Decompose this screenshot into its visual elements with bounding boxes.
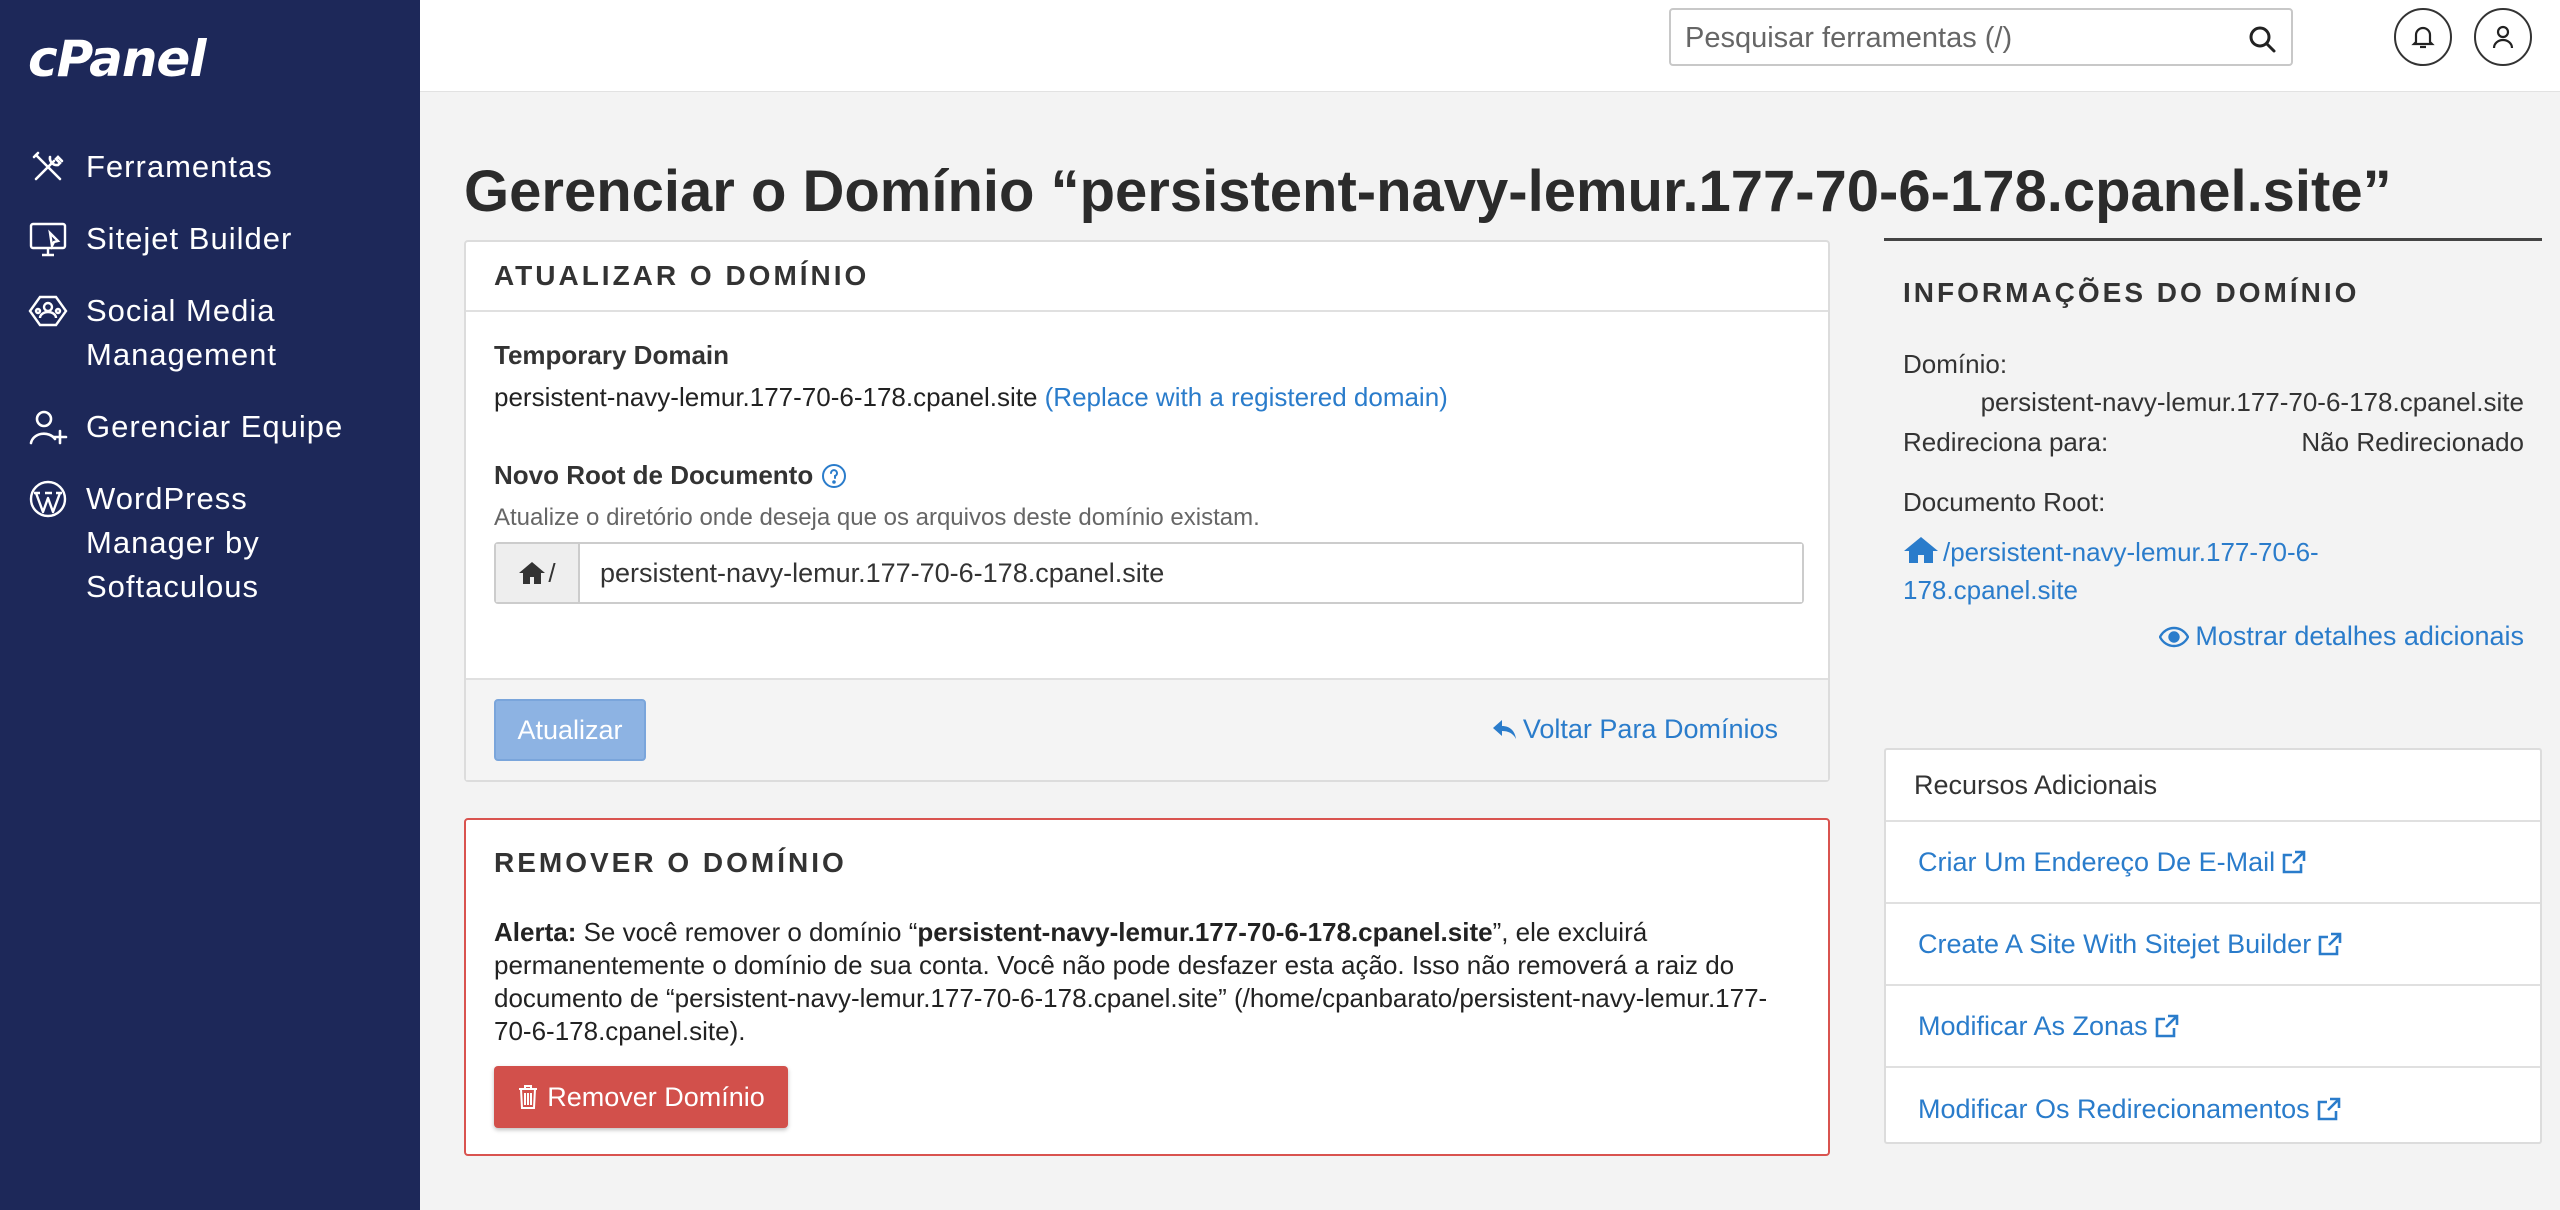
home-prefix-addon: /: [496, 544, 580, 602]
alert-text-pre: Se você remover o domínio “: [576, 917, 918, 947]
temporary-domain-value-row: persistent-navy-lemur.177-70-6-178.cpane…: [494, 382, 1448, 413]
resource-link-label: Modificar Os Redirecionamentos: [1918, 1093, 2310, 1124]
resource-link-sitejet[interactable]: Create A Site With Sitejet Builder: [1886, 904, 2540, 986]
sidebar-nav: Ferramentas Sitejet Builder Social Media…: [0, 145, 420, 637]
domain-info-heading: INFORMAÇÕES DO DOMÍNIO: [1903, 277, 2360, 308]
social-media-icon: [28, 289, 74, 333]
panel-footer: Atualizar Voltar Para Domínios: [466, 678, 1828, 780]
user-icon: [2492, 25, 2514, 49]
sidebar-item-label: Gerenciar Equipe: [86, 409, 344, 444]
remove-domain-panel: REMOVER O DOMÍNIO Alerta: Se você remove…: [464, 818, 1830, 1156]
temporary-domain-label: Temporary Domain: [494, 340, 730, 370]
additional-resources-panel: Recursos Adicionais Criar Um Endereço De…: [1884, 748, 2542, 1144]
sidebar-item-sitejet[interactable]: Sitejet Builder: [0, 217, 420, 261]
sidebar-item-label: WordPress Manager by Softaculous: [86, 481, 260, 604]
domain-value: persistent-navy-lemur.177-70-6-178.cpane…: [1980, 387, 2524, 417]
panel-heading: ATUALIZAR O DOMÍNIO: [466, 242, 1828, 312]
trash-icon: [519, 1085, 538, 1109]
cpanel-logo[interactable]: cPanel: [28, 30, 206, 88]
reply-arrow-icon: [1492, 719, 1516, 739]
remove-alert-text: Alerta: Se você remover o domínio “persi…: [494, 916, 1794, 1048]
sidebar-item-social-media[interactable]: Social Media Management: [0, 289, 420, 377]
external-link-icon: [2318, 932, 2342, 956]
monitor-icon: [28, 217, 74, 261]
resource-link-label: Modificar As Zonas: [1918, 1010, 2148, 1041]
notifications-button[interactable]: [2394, 8, 2452, 66]
resource-link-label: Create A Site With Sitejet Builder: [1918, 928, 2312, 959]
remove-domain-button[interactable]: Remover Domínio: [494, 1066, 788, 1128]
home-icon: [1904, 537, 1938, 563]
page-title: Gerenciar o Domínio “persistent-navy-lem…: [464, 159, 2392, 224]
wordpress-icon: [28, 477, 74, 521]
bell-icon: [2411, 26, 2435, 49]
user-menu-button[interactable]: [2474, 8, 2532, 66]
temporary-domain-value: persistent-navy-lemur.177-70-6-178.cpane…: [494, 382, 1038, 412]
document-root-input[interactable]: [580, 544, 1802, 602]
sidebar-item-label: Social Media Management: [86, 293, 277, 372]
alert-label: Alerta:: [494, 917, 577, 947]
document-root-input-group: /: [494, 542, 1804, 604]
back-to-domains-link[interactable]: Voltar Para Domínios: [1491, 714, 1778, 745]
path-prefix: /: [548, 557, 556, 588]
top-bar: [420, 0, 2560, 92]
resource-link-redirects[interactable]: Modificar Os Redirecionamentos: [1886, 1068, 2540, 1150]
resource-link-label: Criar Um Endereço De E-Mail: [1918, 846, 2276, 877]
resource-link-zones[interactable]: Modificar As Zonas: [1886, 986, 2540, 1068]
panel-heading: REMOVER O DOMÍNIO: [494, 847, 847, 878]
back-link-label: Voltar Para Domínios: [1522, 714, 1778, 744]
update-domain-panel: ATUALIZAR O DOMÍNIO Temporary Domain per…: [464, 240, 1830, 782]
document-root-label: Novo Root de Documento: [494, 460, 814, 490]
show-details-label: Mostrar detalhes adicionais: [2195, 621, 2524, 651]
alert-domain: persistent-navy-lemur.177-70-6-178.cpane…: [917, 917, 1493, 947]
document-root-label-row: Novo Root de Documento: [494, 460, 847, 491]
redirect-value: Não Redirecionado: [2301, 427, 2524, 457]
sidebar: cPanel Ferramentas Sitejet Builder Socia…: [0, 0, 420, 1210]
search-input[interactable]: [1685, 18, 2245, 58]
redirect-label: Redireciona para:: [1903, 427, 2109, 457]
sidebar-item-label: Sitejet Builder: [86, 221, 293, 256]
external-link-icon: [2317, 1097, 2340, 1121]
replace-domain-link[interactable]: (Replace with a registered domain): [1045, 382, 1448, 412]
search-box[interactable]: [1669, 8, 2293, 66]
show-details-link[interactable]: Mostrar detalhes adicionais: [2159, 621, 2524, 652]
external-link-icon: [2282, 850, 2306, 874]
sidebar-item-gerenciar-equipe[interactable]: Gerenciar Equipe: [0, 405, 420, 449]
sidebar-item-ferramentas[interactable]: Ferramentas: [0, 145, 420, 189]
eye-icon: [2159, 626, 2190, 647]
user-plus-icon: [28, 405, 74, 449]
remove-button-label: Remover Domínio: [547, 1081, 765, 1112]
help-icon[interactable]: [821, 463, 847, 489]
document-root-link[interactable]: /persistent-navy-lemur.177-70-6-178.cpan…: [1903, 533, 2443, 609]
search-icon[interactable]: [2247, 24, 2277, 54]
document-root-help: Atualize o diretório onde deseja que os …: [494, 504, 1260, 531]
sidebar-item-label: Ferramentas: [86, 149, 273, 184]
home-icon: [519, 562, 546, 584]
tools-icon: [28, 145, 74, 189]
document-root-info-label: Documento Root:: [1903, 487, 2106, 517]
external-link-icon: [2155, 1014, 2178, 1038]
update-button[interactable]: Atualizar: [494, 699, 646, 761]
domain-label: Domínio:: [1903, 349, 2008, 379]
document-root-link-label: /persistent-navy-lemur.177-70-6-178.cpan…: [1903, 537, 2319, 605]
domain-info-section: INFORMAÇÕES DO DOMÍNIO Domínio: persiste…: [1884, 238, 2542, 678]
resource-link-email[interactable]: Criar Um Endereço De E-Mail: [1886, 822, 2540, 904]
resources-heading: Recursos Adicionais: [1886, 750, 2540, 822]
sidebar-item-wordpress[interactable]: WordPress Manager by Softaculous: [0, 477, 420, 609]
